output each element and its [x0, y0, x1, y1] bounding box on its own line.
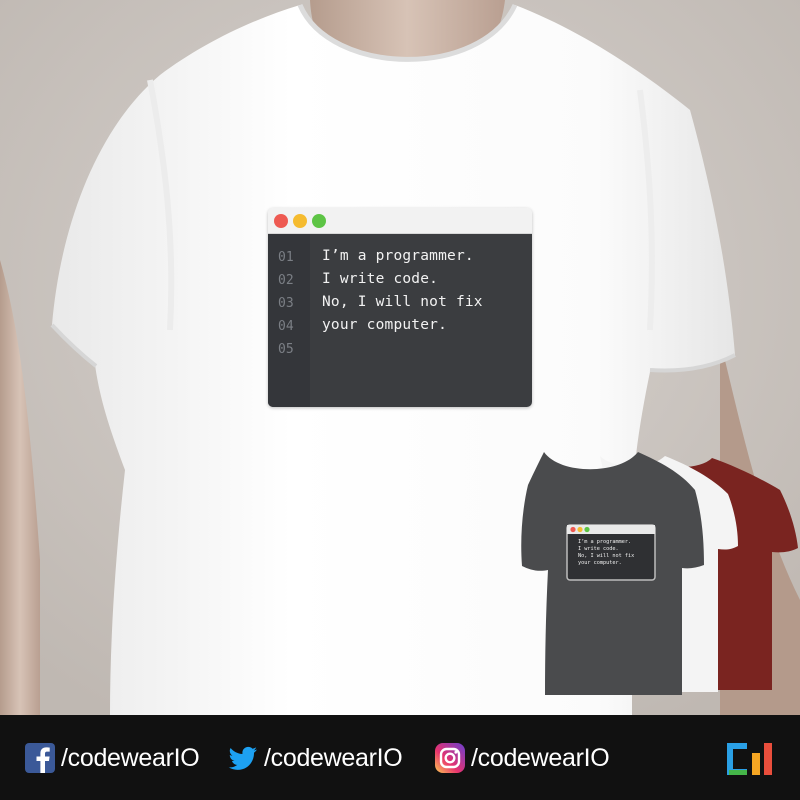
facebook-icon [25, 743, 55, 773]
logo-bar [752, 753, 760, 775]
instagram-link[interactable]: /codewearIO [435, 743, 610, 773]
color-variants-inset: I’m a programmer. I write code. No, I wi… [521, 452, 798, 695]
logo-bar [729, 770, 747, 775]
mini-close-dot-icon [570, 526, 576, 533]
logo-bar [764, 743, 772, 775]
mini-code-line: I write code. [578, 546, 619, 552]
twitter-handle: /codewearIO [264, 743, 403, 772]
codewear-logo [727, 743, 772, 775]
instagram-icon [435, 743, 465, 773]
instagram-handle: /codewearIO [471, 743, 610, 772]
mini-code-line: your computer. [578, 560, 622, 566]
social-footer: /codewearIO /codewearIO /codewearIO [0, 715, 800, 800]
twitter-icon [228, 746, 257, 770]
mini-code-line: I’m a programmer. [578, 539, 631, 545]
twitter-link[interactable]: /codewearIO [228, 743, 403, 773]
mini-maximize-dot-icon [584, 526, 590, 533]
facebook-handle: /codewearIO [61, 743, 200, 772]
mini-code-line: No, I will not fix [578, 553, 634, 559]
facebook-link[interactable]: /codewearIO [25, 743, 200, 773]
mini-minimize-dot-icon [577, 526, 583, 533]
